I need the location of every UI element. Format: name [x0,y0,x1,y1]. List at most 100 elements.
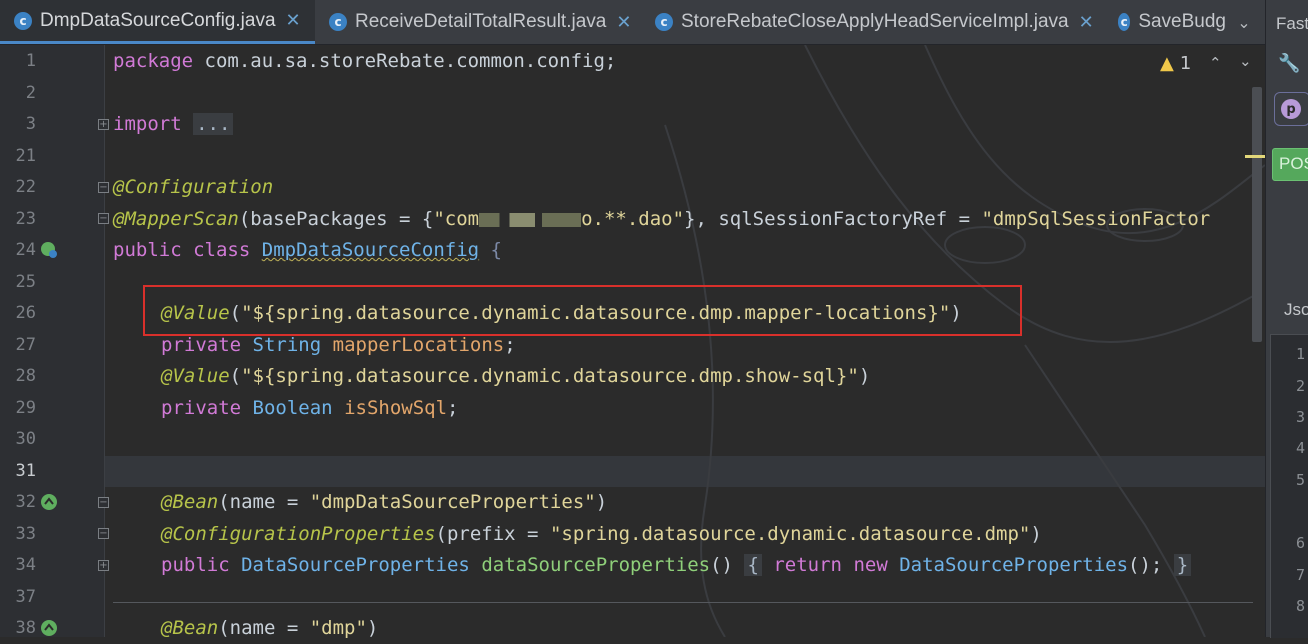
method-separator [113,602,1253,603]
string: "spring.datasource.dynamic.datasource.dm… [549,523,1031,545]
chevron-down-icon[interactable]: ⌄ [1239,52,1252,70]
code-text: }, sqlSessionFactoryRef = [684,208,982,230]
type-name: DataSourceProperties [899,554,1129,576]
paren: ) [1030,523,1042,545]
keyword: package [113,50,194,72]
paren: ) [858,365,871,387]
java-class-icon: c [14,11,32,30]
line-number: 32 [15,492,36,512]
line-number: 37 [15,587,36,607]
paren: ( [229,365,242,387]
fold-collapse-icon[interactable]: − [98,182,109,193]
code-line-28[interactable]: @Value("${spring.datasource.dynamic.data… [161,361,870,392]
annotation: @Bean [161,617,219,639]
warning-count: 1 [1179,53,1192,74]
code-line-33[interactable]: @ConfigurationProperties(prefix = "sprin… [161,519,1042,550]
wrench-icon[interactable]: 🔧 [1278,53,1300,74]
string: o.**.dao" [581,208,685,230]
tab-dmpdatasourceconfig[interactable]: c DmpDataSourceConfig.java ✕ [0,0,315,44]
json-line-number: 1 [1296,345,1306,363]
folded-body-start[interactable]: { [744,554,762,576]
folded-body-end[interactable]: } [1173,554,1192,576]
json-line-number: 3 [1296,408,1306,426]
chevron-down-icon[interactable]: ⌄ [1232,10,1256,34]
current-line-highlight [105,456,1265,487]
panel-title[interactable]: Fast [1276,14,1308,34]
keyword: class [193,239,251,261]
code-line-29[interactable]: private Boolean isShowSql; [161,393,458,424]
code-line-23[interactable]: @MapperScan(basePackages = {"com o.**.dao… [113,204,1210,235]
code-line-1[interactable]: package com.au.sa.storeRebate.common.con… [113,46,616,77]
annotation: @Value [161,365,230,387]
code-text: (prefix = [435,523,550,545]
fold-expand-icon[interactable]: + [98,560,109,571]
warning-icon: ▲ [1160,53,1174,74]
line-number: 30 [15,429,36,449]
spring-bean-method-icon[interactable] [40,619,58,637]
json-line-number: 7 [1296,566,1306,584]
tab-storerebatecloseapplyheadserviceimpl[interactable]: c StoreRebateCloseApplyHeadServiceImpl.j… [641,0,1103,44]
code-line-3[interactable]: import ... [113,109,234,140]
json-line-number: 6 [1296,534,1306,552]
inspection-widget[interactable]: ▲ 1 [1160,53,1191,74]
line-number: 26 [15,303,36,323]
annotation: @ConfigurationProperties [161,523,436,545]
code-text: (basePackages = { [238,208,434,230]
tab-label: StoreRebateCloseApplyHeadServiceImpl.jav… [681,11,1069,32]
line-number: 2 [25,83,36,103]
java-class-icon: c [329,13,347,31]
code-line-24[interactable]: public class DmpDataSourceConfig { [113,235,502,266]
type-name: String [252,334,322,356]
code-text: (name = [218,491,310,513]
fold-expand-icon[interactable]: + [98,119,109,130]
code-text: (); [1128,554,1163,576]
right-tool-panel: Fast 🔧 p POST Json 1 2 3 4 5 6 7 8 [1265,0,1308,638]
annotation: @Configuration [113,176,274,198]
java-class-icon: c [655,13,673,31]
line-number: 38 [15,618,36,638]
tab-json[interactable]: Json [1284,300,1308,320]
field-name: mapperLocations [332,334,505,356]
tab-receivedetailtotalresult[interactable]: c ReceiveDetailTotalResult.java ✕ [315,0,640,44]
gutter-divider [104,45,105,637]
json-line-number: 8 [1296,597,1306,615]
line-number: 24 [15,240,36,260]
code-text: (name = [218,617,310,639]
line-number: 25 [15,272,36,292]
vertical-scrollbar[interactable] [1252,87,1262,342]
editor-tab-bar: c DmpDataSourceConfig.java ✕ c ReceiveDe… [0,0,1265,45]
annotation: @Bean [161,491,219,513]
code-line-38[interactable]: @Bean(name = "dmp") [161,613,378,644]
line-number: 34 [15,555,36,575]
fold-collapse-icon[interactable]: − [98,528,109,539]
code-line-34[interactable]: public DataSourceProperties dataSourcePr… [161,550,1192,581]
method-name: dataSourceProperties [481,554,711,576]
line-number: 29 [15,398,36,418]
warning-marker[interactable] [1245,155,1265,158]
line-number: 33 [15,524,36,544]
keyword: import [113,113,182,135]
spring-bean-method-icon[interactable] [40,493,58,511]
fold-collapse-icon[interactable]: − [98,213,109,224]
java-class-icon: c [1118,13,1131,31]
tab-savebudg[interactable]: c SaveBudg [1104,0,1226,44]
close-icon[interactable]: ✕ [286,10,301,31]
redacted-block [479,212,582,227]
line-number: 28 [15,366,36,386]
line-number: 27 [15,335,36,355]
project-selector[interactable]: p [1274,92,1308,126]
code-line-22[interactable]: @Configuration [113,172,273,203]
brace: { [490,239,502,261]
type-name: DataSourceProperties [241,554,470,576]
folded-imports[interactable]: ... [193,113,234,135]
string: "${spring.datasource.dynamic.datasource.… [241,365,859,387]
fold-collapse-icon[interactable]: − [98,497,109,508]
spring-bean-icon[interactable] [40,241,58,259]
semicolon: ; [504,334,516,356]
close-icon[interactable]: ✕ [1079,12,1094,33]
chevron-up-icon[interactable]: ⌃ [1209,54,1222,72]
code-line-32[interactable]: @Bean(name = "dmpDataSourceProperties") [161,487,607,518]
method-badge[interactable]: POST [1272,148,1308,181]
close-icon[interactable]: ✕ [616,12,631,33]
keyword: private [161,334,242,356]
